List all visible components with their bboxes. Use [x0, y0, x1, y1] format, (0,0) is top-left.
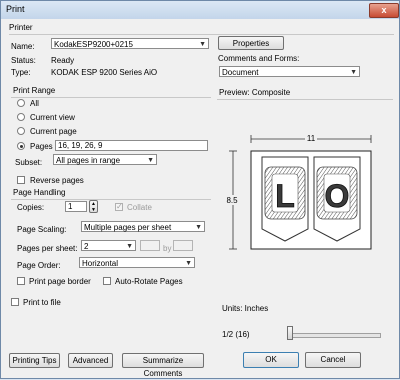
- printer-name-value: KodakESP9200+0215: [54, 40, 133, 49]
- pages-per-sheet-dropdown[interactable]: 2 ▼: [81, 240, 136, 251]
- reverse-pages-label: Reverse pages: [30, 176, 84, 185]
- preview-page-slider[interactable]: [287, 326, 293, 340]
- page-scaling-value: Multiple pages per sheet: [84, 223, 172, 232]
- close-button[interactable]: x: [369, 3, 399, 18]
- by-label: by: [163, 244, 172, 253]
- collate-checkbox[interactable]: ✓: [115, 203, 123, 211]
- auto-rotate-checkbox[interactable]: [103, 277, 111, 285]
- copies-label: Copies:: [17, 203, 45, 212]
- comments-forms-label: Comments and Forms:: [218, 54, 300, 63]
- pages-radio[interactable]: [17, 142, 25, 150]
- copies-stepper[interactable]: ▲ ▼: [89, 200, 98, 213]
- height-dimension-label: 8.5: [226, 196, 238, 205]
- page-handling-section-label: Page Handling: [13, 188, 66, 197]
- dialog-body: Printer Name: KodakESP9200+0215 ▼ Proper…: [3, 19, 397, 378]
- current-view-radio[interactable]: [17, 113, 25, 121]
- dialog-title: Print: [6, 4, 25, 14]
- page-order-value: Horizontal: [82, 259, 119, 268]
- chevron-down-icon: ▼: [126, 243, 133, 250]
- printer-name-label: Name:: [11, 42, 35, 51]
- preview-letter-2: O: [325, 178, 350, 214]
- preview-page-slider-track: [289, 333, 381, 338]
- chevron-down-icon: ▼: [91, 207, 96, 213]
- status-label: Status:: [11, 56, 36, 65]
- print-page-border-checkbox[interactable]: [17, 277, 25, 285]
- subset-dropdown[interactable]: All pages in range ▼: [53, 154, 157, 165]
- summarize-comments-button[interactable]: Summarize Comments: [122, 353, 204, 378]
- pages-label: Pages: [30, 142, 53, 151]
- subset-value: All pages in range: [56, 156, 121, 165]
- chevron-down-icon: ▼: [147, 157, 154, 164]
- print-page-border-label: Print page border: [29, 277, 91, 286]
- current-page-radio[interactable]: [17, 127, 25, 135]
- current-page-label: Current page: [30, 127, 77, 136]
- printer-section-divider: [9, 34, 394, 35]
- preview-area: 11 8.5 L O: [221, 131, 393, 281]
- chevron-down-icon: ▼: [350, 69, 357, 76]
- all-label: All: [30, 99, 39, 108]
- preview-label: Preview: Composite: [219, 88, 291, 97]
- collate-label: Collate: [127, 203, 152, 212]
- auto-rotate-label: Auto-Rotate Pages: [115, 277, 183, 286]
- print-range-section-label: Print Range: [13, 86, 56, 95]
- type-label: Type:: [11, 68, 31, 77]
- preview-page-2: O: [313, 156, 361, 242]
- page-scaling-label: Page Scaling:: [17, 225, 67, 234]
- all-radio[interactable]: [17, 99, 25, 107]
- width-dimension-label: 11: [307, 134, 316, 143]
- chevron-down-icon: ▼: [199, 41, 206, 48]
- chevron-down-icon: ▼: [185, 260, 192, 267]
- title-bar: Print x: [1, 1, 399, 19]
- printer-name-dropdown[interactable]: KodakESP9200+0215 ▼: [51, 38, 209, 49]
- units-label: Units: Inches: [222, 304, 269, 313]
- reverse-pages-checkbox[interactable]: [17, 176, 25, 184]
- subset-label: Subset:: [15, 158, 43, 167]
- pages-per-sheet-label: Pages per sheet:: [17, 244, 78, 253]
- preview-divider: [217, 99, 393, 100]
- type-value: KODAK ESP 9200 Series AiO: [51, 68, 158, 77]
- preview-graphic: 11 8.5 L O: [225, 133, 372, 250]
- close-icon: x: [381, 5, 387, 15]
- comments-forms-dropdown[interactable]: Document ▼: [219, 66, 360, 77]
- advanced-button[interactable]: Advanced: [68, 353, 113, 368]
- properties-button[interactable]: Properties: [218, 36, 284, 50]
- copies-input[interactable]: 1: [65, 201, 87, 212]
- preview-letter-1: L: [275, 178, 295, 214]
- ok-button[interactable]: OK: [243, 352, 299, 368]
- status-value: Ready: [51, 56, 75, 65]
- printing-tips-button[interactable]: Printing Tips: [9, 353, 60, 368]
- print-range-divider: [11, 97, 211, 98]
- page-handling-divider: [11, 199, 211, 200]
- print-dialog: Print x Printer Name: KodakESP9200+0215 …: [0, 0, 400, 379]
- page-order-dropdown[interactable]: Horizontal ▼: [79, 257, 195, 268]
- page-order-label: Page Order:: [17, 261, 61, 270]
- page-scaling-dropdown[interactable]: Multiple pages per sheet ▼: [81, 221, 205, 232]
- print-to-file-label: Print to file: [23, 298, 61, 307]
- printer-section-label: Printer: [9, 23, 33, 32]
- preview-page-1: L: [261, 156, 309, 242]
- page-indicator: 1/2 (16): [222, 330, 250, 339]
- print-to-file-checkbox[interactable]: [11, 298, 19, 306]
- current-view-label: Current view: [30, 113, 75, 122]
- checkmark-icon: ✓: [116, 202, 123, 211]
- pages-per-sheet-columns-input[interactable]: [140, 240, 160, 251]
- comments-forms-value: Document: [222, 68, 259, 77]
- cancel-button[interactable]: Cancel: [305, 352, 361, 368]
- pages-per-sheet-rows-input[interactable]: [173, 240, 193, 251]
- chevron-down-icon: ▼: [195, 224, 202, 231]
- pages-per-sheet-value: 2: [84, 242, 89, 251]
- pages-input[interactable]: 16, 19, 26, 9: [55, 140, 208, 151]
